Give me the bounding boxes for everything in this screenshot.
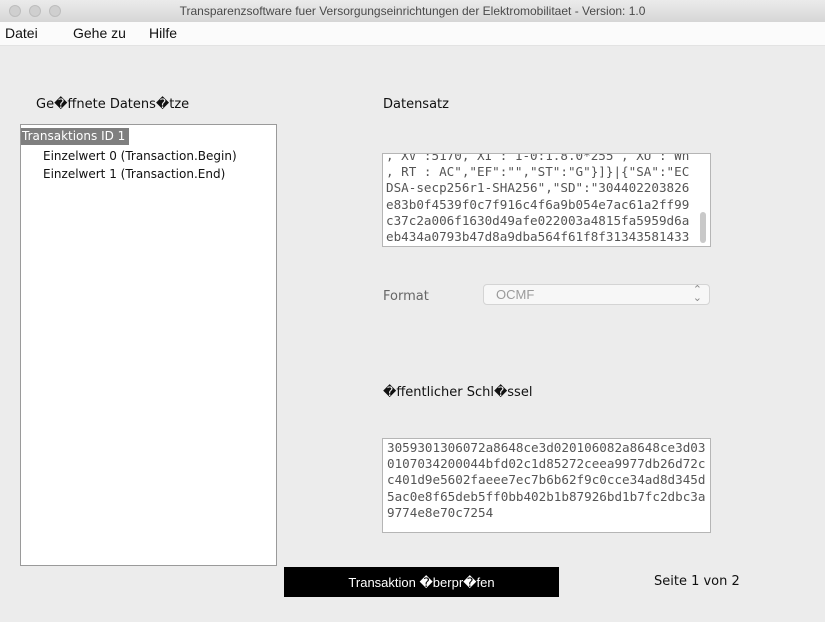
menu-bar: Datei Gehe zu Hilfe — [0, 22, 825, 46]
tree-item-value-0[interactable]: Einzelwert 0 (Transaction.Begin) — [43, 148, 237, 165]
format-label: Format — [383, 289, 429, 304]
tree-item-value-1[interactable]: Einzelwert 1 (Transaction.End) — [43, 166, 225, 183]
verify-transaction-button[interactable]: Transaktion �berpr�fen — [284, 567, 559, 597]
menu-hilfe[interactable]: Hilfe — [149, 25, 177, 41]
records-tree[interactable]: Transaktions ID 1 Einzelwert 0 (Transact… — [20, 124, 277, 566]
menu-gehe-zu[interactable]: Gehe zu — [73, 25, 126, 41]
opened-records-heading: Ge�ffnete Datens�tze — [36, 97, 190, 112]
record-label: Datensatz — [383, 97, 449, 112]
public-key-textarea[interactable]: 3059301306072a8648ce3d020106082a8648ce3d… — [382, 438, 711, 533]
format-select[interactable]: OCMF ⌃ ⌄ — [483, 284, 710, 305]
updown-chevron-icon: ⌃ ⌄ — [692, 284, 702, 304]
page-indicator: Seite 1 von 2 — [654, 574, 740, 589]
public-key-label: �ffentlicher Schl�ssel — [383, 385, 533, 400]
tree-item-transaction[interactable]: Transaktions ID 1 — [21, 128, 130, 145]
record-text: , XV :5170, XI : 1-0:1.8.0*255 , XU : Wh… — [386, 153, 690, 246]
menu-datei[interactable]: Datei — [5, 25, 38, 41]
record-scrollbar[interactable] — [700, 212, 706, 243]
format-select-value: OCMF — [496, 287, 535, 302]
title-bar: Transparenzsoftware fuer Versorgungseinr… — [0, 0, 825, 23]
window-title: Transparenzsoftware fuer Versorgungseinr… — [179, 4, 646, 18]
record-textarea[interactable]: , XV :5170, XI : 1-0:1.8.0*255 , XU : Wh… — [382, 153, 711, 247]
